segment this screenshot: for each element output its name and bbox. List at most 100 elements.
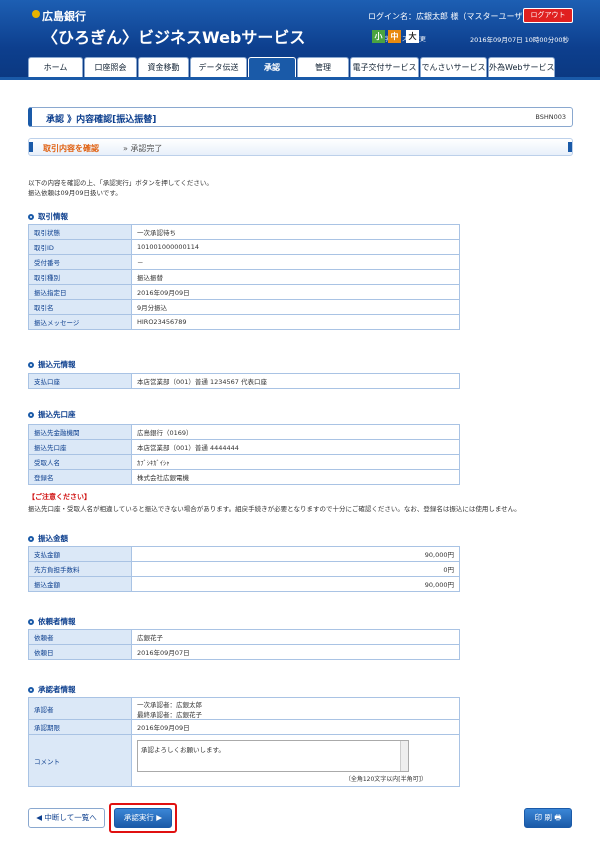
step-next: » 承認完了 — [123, 144, 163, 153]
tab-transfer[interactable]: 資金移動 — [138, 57, 189, 77]
section-icon — [28, 214, 34, 220]
section-icon — [28, 536, 34, 542]
table-row: 支払金額 90,000円 — [28, 546, 460, 562]
row-value: 2016年09月07日 — [131, 644, 460, 660]
row-value: 株式会社広銀電機 — [131, 469, 460, 485]
tab-edelivery[interactable]: 電子交付サービス — [350, 57, 419, 77]
row-value: 本店営業部（001）普通 4444444 — [131, 439, 460, 455]
row-label: 支払金額 — [28, 546, 132, 562]
row-value: 振込振替 — [131, 269, 460, 285]
row-label: 振込指定日 — [28, 284, 132, 300]
table-row: 振込先口座 本店営業部（001）普通 4444444 — [28, 439, 460, 455]
row-value: 一次承認待ち — [131, 224, 460, 240]
main-nav: ホーム 口座照会 資金移動 データ伝送 承認 管理 電子交付サービス でんさいサ… — [28, 57, 572, 77]
label: 振込先口座 — [38, 410, 76, 419]
row-label: 振込金額 — [28, 576, 132, 592]
row-value: 101001000000114 — [131, 239, 460, 255]
screen-id: BSHN003 — [535, 113, 566, 121]
tab-approval[interactable]: 承認 — [248, 57, 296, 77]
page-title-box: 承認 》内容確認[振込振替] BSHN003 — [28, 107, 573, 127]
row-value: 2016年09月09日 — [131, 719, 460, 735]
table-row: 振込指定日 2016年09月09日 — [28, 284, 460, 300]
step-bar-left — [29, 142, 33, 152]
row-label: 登録名 — [28, 469, 132, 485]
row-label: 承認者 — [28, 697, 132, 720]
approve-execute-button[interactable]: 承認実行 ▶ — [114, 808, 172, 828]
table-row: 受取人名 ｶﾌﾞｼｷｶﾞｲｼｬ — [28, 454, 460, 470]
row-value: 9月分振込 — [131, 299, 460, 315]
print-button[interactable]: 印 刷 🖶 — [524, 808, 572, 828]
row-value: 90,000円 — [131, 546, 460, 562]
irai-table: 依頼者 広銀花子 依頼日 2016年09月07日 — [28, 629, 460, 660]
section-torihiki: 取引情報 — [28, 211, 68, 222]
table-row: 登録名 株式会社広銀電機 — [28, 469, 460, 485]
tab-densai[interactable]: でんさいサービス — [420, 57, 487, 77]
tab-data[interactable]: データ伝送 — [190, 57, 247, 77]
table-row: 依頼者 広銀花子 — [28, 629, 460, 645]
table-row: コメント 承認よろしくお願いします。 （全角120文字以内[半角可]） — [28, 734, 460, 787]
section-icon — [28, 362, 34, 368]
bank-name: 広島銀行 — [42, 10, 86, 23]
login-name: ログイン名：広銀太郎 様（マスターユーザ） — [368, 12, 531, 21]
nav-underline — [0, 77, 600, 80]
row-value: 一次承認者：広銀太郎 最終承認者：広銀花子 — [131, 697, 460, 720]
table-row: 取引名 9月分振込 — [28, 299, 460, 315]
step-indicator: 取引内容を確認 » 承認完了 — [28, 138, 573, 156]
row-label: 支払口座 — [28, 373, 132, 389]
row-label: 依頼日 — [28, 644, 132, 660]
comment-textarea[interactable]: 承認よろしくお願いします。 — [137, 740, 409, 772]
torihiki-table: 取引状態 一次承認待ち 取引ID 101001000000114 受付番号－ 取引種… — [28, 224, 460, 330]
row-label: 取引種別 — [28, 269, 132, 285]
table-row: 支払口座 本店営業部（001）普通 1234567 代表口座 — [28, 373, 460, 389]
back-to-list-button[interactable]: ◀ 中断して一覧へ — [28, 808, 105, 828]
intro-date-text: 振込依頼は09月09日扱いです。 — [28, 189, 122, 197]
table-row: 承認期限 2016年09月09日 — [28, 719, 460, 735]
row-value: 2016年09月09日 — [131, 284, 460, 300]
row-label: 依頼者 — [28, 629, 132, 645]
table-row: 取引ID 101001000000114 — [28, 239, 460, 255]
section-icon — [28, 412, 34, 418]
section-irai: 依頼者情報 — [28, 616, 76, 627]
table-row: 振込金額 90,000円 — [28, 576, 460, 592]
row-label: 取引状態 — [28, 224, 132, 240]
saki-table: 振込先金融機関 広島銀行（0169） 振込先口座 本店営業部（001）普通 4444… — [28, 424, 460, 485]
table-row: 先方負担手数料 0円 — [28, 561, 460, 577]
row-value: 広島銀行（0169） — [131, 424, 460, 440]
approver2: 最終承認者：広銀花子 — [137, 710, 202, 719]
tab-account[interactable]: 口座照会 — [84, 57, 137, 77]
kingaku-table: 支払金額 90,000円 先方負担手数料 0円 振込金額 90,000円 — [28, 546, 460, 592]
comment-scrollbar[interactable] — [400, 741, 408, 771]
row-value: ｶﾌﾞｼｷｶﾞｲｼｬ — [131, 454, 460, 470]
row-value: 承認よろしくお願いします。 （全角120文字以内[半角可]） — [131, 734, 460, 787]
row-label: 取引ID — [28, 239, 132, 255]
row-label: 振込先口座 — [28, 439, 132, 455]
row-label: 先方負担手数料 — [28, 561, 132, 577]
tab-forex[interactable]: 外為Webサービス — [488, 57, 555, 77]
row-value: 0円 — [131, 561, 460, 577]
tab-admin[interactable]: 管理 — [297, 57, 349, 77]
section-icon — [28, 619, 34, 625]
label: 取引情報 — [38, 212, 68, 221]
label: 承認者情報 — [38, 685, 76, 694]
shonin-table: 承認者 一次承認者：広銀太郎 最終承認者：広銀花子 承認期限 2016年09月09日… — [28, 697, 460, 787]
row-value: 広銀花子 — [131, 629, 460, 645]
font-size-small-button[interactable]: 小 — [372, 30, 385, 43]
row-label: 受取人名 — [28, 454, 132, 470]
row-label: 承認期限 — [28, 719, 132, 735]
table-row: 取引種別 振込振替 — [28, 269, 460, 285]
comment-note: （全角120文字以内[半角可]） — [344, 776, 427, 783]
section-moto: 振込元情報 — [28, 359, 76, 370]
step-bar-right — [568, 142, 572, 152]
service-name: 〈ひろぎん〉ビジネスWebサービス — [42, 28, 306, 47]
logout-button[interactable]: ログアウト — [523, 8, 573, 23]
table-row: 振込先金融機関 広島銀行（0169） — [28, 424, 460, 440]
notice-body: 振込先口座・受取人名が相違していると振込できない場合があります。組戻手続きが必要… — [28, 505, 521, 513]
table-row: 承認者 一次承認者：広銀太郎 最終承認者：広銀花子 — [28, 697, 460, 720]
tab-home[interactable]: ホーム — [28, 57, 83, 77]
table-row: 取引状態 一次承認待ち — [28, 224, 460, 240]
bank-logo-icon — [32, 10, 40, 18]
font-size-large-button[interactable]: 大 — [406, 30, 419, 43]
section-icon — [28, 687, 34, 693]
row-value: HIRO23456789 — [131, 314, 460, 330]
font-size-medium-button[interactable]: 中 — [388, 30, 401, 43]
